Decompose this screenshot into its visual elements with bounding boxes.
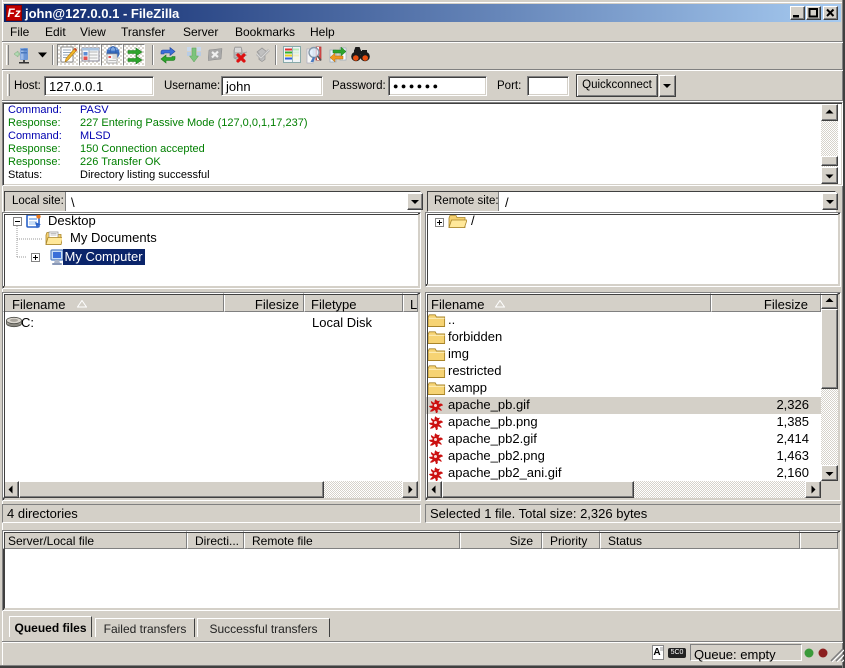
svg-text:A: A	[653, 647, 660, 658]
